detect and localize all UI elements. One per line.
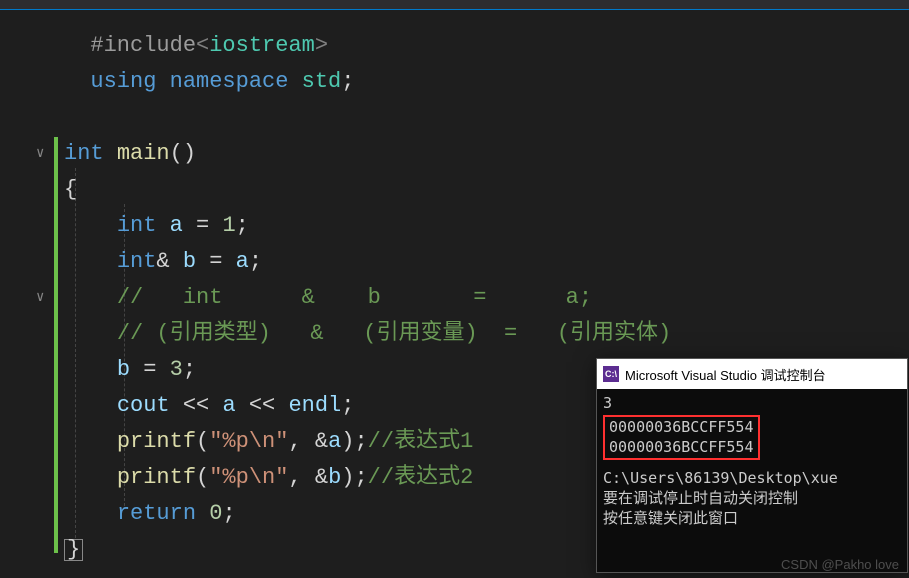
- type: int: [117, 213, 157, 238]
- function-call: printf: [117, 429, 196, 454]
- highlighted-output: 00000036BCCFF554 00000036BCCFF554: [603, 415, 760, 460]
- punct: ;: [236, 213, 249, 238]
- identifier: b: [117, 357, 130, 382]
- identifier: a: [170, 213, 183, 238]
- paren: ): [341, 465, 354, 490]
- angle-bracket: <: [196, 33, 209, 58]
- comment: //表达式2: [368, 465, 474, 490]
- code-line[interactable]: #include<iostream>: [64, 28, 909, 64]
- code-line[interactable]: int main(): [64, 136, 909, 172]
- gutter: ∨ ∨: [0, 10, 60, 578]
- angle-bracket: >: [315, 33, 328, 58]
- identifier: a: [328, 429, 341, 454]
- code-line[interactable]: {: [64, 172, 909, 208]
- punct: ;: [183, 357, 196, 382]
- console-path: C:\Users\86139\Desktop\xue: [603, 468, 901, 488]
- keyword: namespace: [170, 69, 289, 94]
- vs-icon: C:\: [603, 366, 619, 382]
- code-line[interactable]: // int & b = a;: [64, 280, 909, 316]
- brace-cursor: }: [64, 539, 83, 561]
- operator: =: [196, 249, 236, 274]
- operator: =: [183, 213, 223, 238]
- fold-chevron-icon[interactable]: ∨: [36, 145, 44, 162]
- console-hint: 按任意键关闭此窗口: [603, 508, 901, 528]
- punct: ;: [249, 249, 262, 274]
- punct: ;: [354, 429, 367, 454]
- include-lib: iostream: [209, 33, 315, 58]
- console-output: 00000036BCCFF554: [609, 417, 754, 437]
- function-call: printf: [117, 465, 196, 490]
- type: int: [117, 249, 157, 274]
- identifier: a: [222, 393, 235, 418]
- type: int: [64, 141, 104, 166]
- punct: ;: [341, 69, 354, 94]
- console-titlebar[interactable]: C:\ Microsoft Visual Studio 调试控制台: [597, 359, 907, 389]
- preprocessor: #include: [90, 33, 196, 58]
- comment: // (引用类型) & (引用变量) = (引用实体): [117, 321, 671, 346]
- comment: // int & b = a;: [117, 285, 592, 310]
- code-line[interactable]: using namespace std;: [64, 64, 909, 100]
- ampersand: &: [156, 249, 169, 274]
- paren: (: [196, 429, 209, 454]
- identifier: endl: [288, 393, 341, 418]
- blank-line[interactable]: [64, 100, 909, 136]
- operator: <<: [170, 393, 223, 418]
- code-line[interactable]: // (引用类型) & (引用变量) = (引用实体): [64, 316, 909, 352]
- string: "%p\n": [209, 465, 288, 490]
- punct: ;: [354, 465, 367, 490]
- identifier: b: [183, 249, 196, 274]
- top-border: [0, 0, 909, 10]
- number: 0: [209, 501, 222, 526]
- fold-chevron-icon[interactable]: ∨: [36, 289, 44, 306]
- function-name: main: [117, 141, 170, 166]
- brace: {: [64, 177, 77, 202]
- number: 3: [170, 357, 183, 382]
- code-line[interactable]: int& b = a;: [64, 244, 909, 280]
- identifier: b: [328, 465, 341, 490]
- punct: ;: [341, 393, 354, 418]
- paren: (: [196, 465, 209, 490]
- punct: ;: [222, 501, 235, 526]
- console-body[interactable]: 3 00000036BCCFF554 00000036BCCFF554 C:\U…: [597, 389, 907, 532]
- comma: ,: [288, 429, 314, 454]
- comma: ,: [288, 465, 314, 490]
- console-hint: 要在调试停止时自动关闭控制: [603, 488, 901, 508]
- code-line[interactable]: int a = 1;: [64, 208, 909, 244]
- watermark: CSDN @Pakho love: [781, 557, 899, 572]
- number: 1: [222, 213, 235, 238]
- parens: (): [170, 141, 196, 166]
- change-bar: [54, 137, 58, 553]
- comment: //表达式1: [368, 429, 474, 454]
- string: "%p\n": [209, 429, 288, 454]
- identifier: a: [236, 249, 249, 274]
- keyword: return: [117, 501, 196, 526]
- console-output: 3: [603, 393, 901, 413]
- operator: =: [130, 357, 170, 382]
- debug-console-window[interactable]: C:\ Microsoft Visual Studio 调试控制台 3 0000…: [596, 358, 908, 573]
- console-output: 00000036BCCFF554: [609, 437, 754, 457]
- ampersand: &: [315, 465, 328, 490]
- identifier: cout: [117, 393, 170, 418]
- ampersand: &: [315, 429, 328, 454]
- console-title: Microsoft Visual Studio 调试控制台: [625, 365, 826, 384]
- keyword: using: [90, 69, 156, 94]
- namespace: std: [302, 69, 342, 94]
- paren: ): [341, 429, 354, 454]
- operator: <<: [236, 393, 289, 418]
